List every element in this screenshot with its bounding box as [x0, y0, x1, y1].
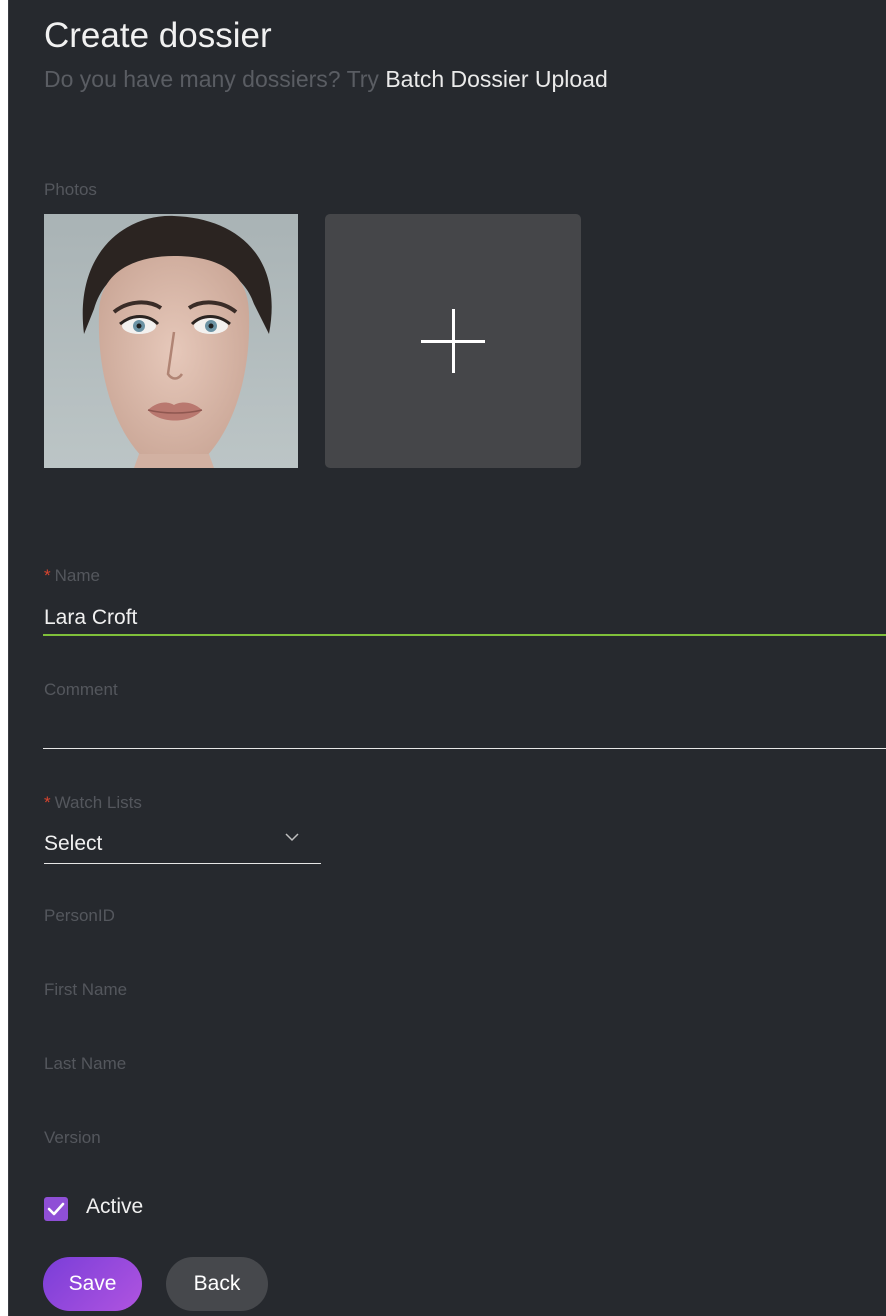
comment-input[interactable] [44, 716, 884, 746]
chevron-down-icon [285, 833, 299, 842]
first-name-field-label[interactable]: First Name [44, 980, 127, 1000]
photos-label: Photos [44, 180, 97, 199]
watch-lists-underline [44, 863, 321, 864]
page-subtitle: Do you have many dossiers? Try Batch Dos… [44, 66, 608, 93]
watch-lists-select[interactable]: Select [44, 826, 321, 864]
required-marker: * [44, 566, 51, 585]
face-photo-image [44, 214, 298, 468]
required-marker: * [44, 793, 51, 812]
page-title: Create dossier [44, 16, 272, 55]
photo-thumbnail[interactable] [44, 214, 298, 468]
name-input[interactable]: Lara Croft [44, 606, 137, 630]
add-photo-button[interactable] [325, 214, 581, 468]
create-dossier-panel: Create dossier Do you have many dossiers… [8, 0, 886, 1316]
watch-lists-field-label: * Watch Lists [44, 793, 142, 812]
version-field-label[interactable]: Version [44, 1128, 101, 1148]
watch-lists-select-value: Select [44, 832, 103, 855]
comment-input-underline [43, 748, 886, 749]
checkmark-icon [47, 1202, 65, 1216]
active-checkbox-label: Active [86, 1195, 144, 1218]
name-input-underline [43, 634, 886, 636]
person-id-field-label[interactable]: PersonID [44, 906, 115, 926]
subtitle-text: Do you have many dossiers? Try [44, 66, 379, 92]
back-button[interactable]: Back [166, 1257, 268, 1311]
active-checkbox[interactable] [44, 1197, 68, 1221]
last-name-field-label[interactable]: Last Name [44, 1054, 126, 1074]
batch-upload-link[interactable]: Batch Dossier Upload [385, 66, 607, 92]
comment-field-label: Comment [44, 680, 118, 699]
save-button[interactable]: Save [43, 1257, 142, 1311]
name-field-label: * Name [44, 566, 100, 585]
